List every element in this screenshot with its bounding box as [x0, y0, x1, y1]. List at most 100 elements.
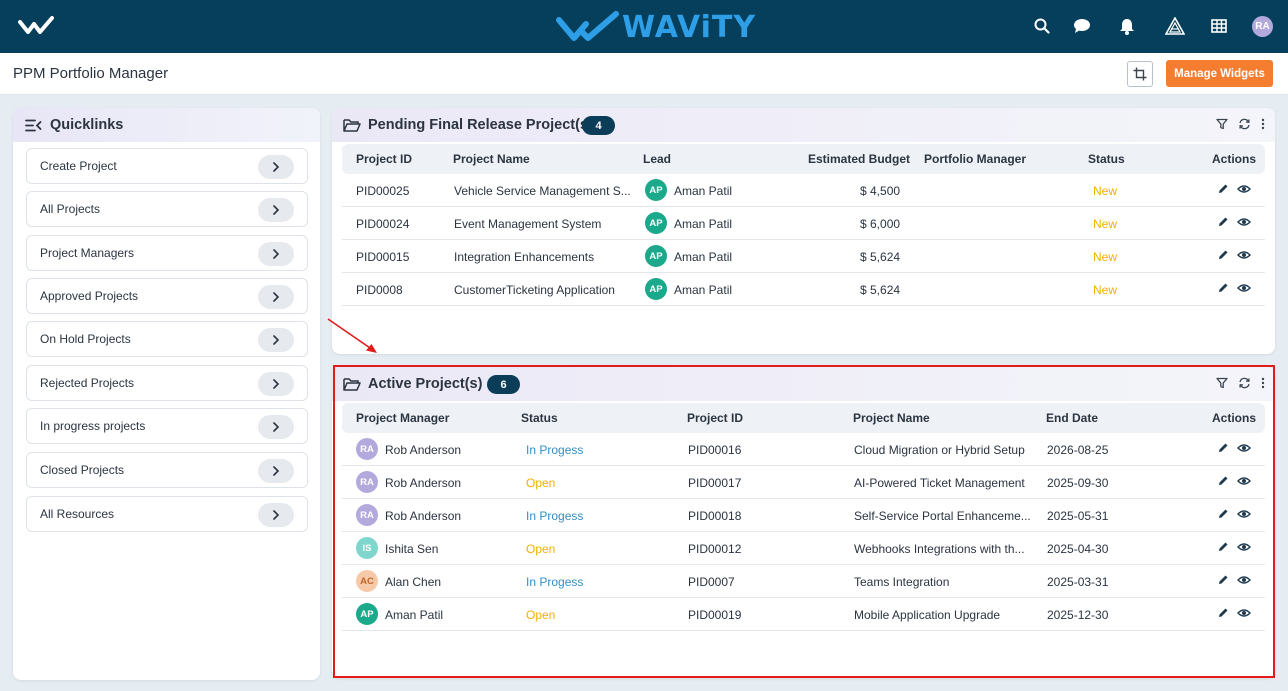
edit-pencil-icon[interactable]	[1218, 541, 1229, 552]
column-header[interactable]: End Date	[1046, 411, 1098, 425]
view-eye-icon[interactable]	[1237, 509, 1251, 519]
view-eye-icon[interactable]	[1237, 476, 1251, 486]
pending-table-header: Project ID Project Name Lead Estimated B…	[342, 144, 1265, 174]
edit-pencil-icon[interactable]	[1218, 216, 1229, 227]
column-header[interactable]: Portfolio Manager	[924, 152, 1026, 166]
folder-open-icon	[343, 119, 361, 132]
user-avatar[interactable]: RA	[1252, 16, 1273, 37]
project-id: PID00012	[688, 542, 742, 556]
refresh-icon[interactable]	[1238, 118, 1251, 130]
annotation-arrow-icon	[327, 318, 377, 353]
view-eye-icon[interactable]	[1237, 575, 1251, 585]
status-badge: In Progess	[526, 509, 584, 523]
table-row: RA Rob Anderson Open PID00017 AI-Powered…	[342, 466, 1265, 499]
chat-icon[interactable]	[1072, 16, 1092, 36]
view-eye-icon[interactable]	[1237, 217, 1251, 227]
avatar: AP	[356, 603, 378, 625]
view-eye-icon[interactable]	[1237, 542, 1251, 552]
table-row: PID00015 Integration Enhancements AP Ama…	[342, 240, 1265, 273]
project-name: Teams Integration	[854, 575, 950, 589]
chevron-right-icon[interactable]	[258, 372, 294, 396]
quicklink-label: Approved Projects	[40, 289, 139, 303]
view-eye-icon[interactable]	[1237, 250, 1251, 260]
chevron-right-icon[interactable]	[258, 155, 294, 179]
edit-pencil-icon[interactable]	[1218, 574, 1229, 585]
quicklink-rejected-projects[interactable]: Rejected Projects	[26, 365, 308, 401]
quicklink-all-projects[interactable]: All Projects	[26, 191, 308, 227]
estimated-budget: $ 5,624	[860, 283, 901, 297]
estimated-budget: $ 4,500	[860, 184, 901, 198]
active-projects-widget: Active Project(s) 6 Project Manager Stat…	[332, 367, 1275, 678]
quicklink-in-progress-projects[interactable]: In progress projects	[26, 408, 308, 444]
quicklink-project-managers[interactable]: Project Managers	[26, 235, 308, 271]
quicklink-create-project[interactable]: Create Project	[26, 148, 308, 184]
pending-count-badge: 4	[582, 116, 615, 135]
project-id: PID0008	[356, 283, 403, 297]
chevron-right-icon[interactable]	[258, 242, 294, 266]
column-header[interactable]: Project Manager	[356, 411, 449, 425]
column-header[interactable]: Status	[521, 411, 558, 425]
view-eye-icon[interactable]	[1237, 283, 1251, 293]
chevron-right-icon[interactable]	[258, 198, 294, 222]
column-header: Actions	[1212, 152, 1257, 166]
chevron-right-icon[interactable]	[258, 328, 294, 352]
edit-pencil-icon[interactable]	[1218, 508, 1229, 519]
project-id: PID00024	[356, 217, 410, 231]
quicklink-label: Project Managers	[40, 246, 135, 260]
edit-pencil-icon[interactable]	[1218, 607, 1229, 618]
quicklink-on-hold-projects[interactable]: On Hold Projects	[26, 321, 308, 357]
edit-pencil-icon[interactable]	[1218, 249, 1229, 260]
more-vertical-icon[interactable]	[1261, 377, 1265, 389]
avatar: AP	[645, 278, 667, 300]
quicklink-label: In progress projects	[40, 419, 146, 433]
edit-pencil-icon[interactable]	[1218, 475, 1229, 486]
column-header[interactable]: Lead	[643, 152, 671, 166]
manage-widgets-button[interactable]: Manage Widgets	[1166, 60, 1273, 87]
menu-collapse-icon[interactable]	[25, 119, 42, 132]
quicklink-label: All Resources	[40, 507, 115, 521]
view-eye-icon[interactable]	[1237, 608, 1251, 618]
project-name: Event Management System	[454, 217, 602, 231]
search-icon[interactable]	[1032, 16, 1052, 36]
view-eye-icon[interactable]	[1237, 443, 1251, 453]
view-eye-icon[interactable]	[1237, 184, 1251, 194]
edit-pencil-icon[interactable]	[1218, 282, 1229, 293]
end-date: 2025-05-31	[1047, 509, 1109, 523]
status-badge: New	[1093, 283, 1118, 297]
quicklink-label: Create Project	[40, 159, 117, 173]
quicklink-approved-projects[interactable]: Approved Projects	[26, 278, 308, 314]
grid-icon[interactable]	[1209, 16, 1229, 36]
column-header[interactable]: Project ID	[687, 411, 743, 425]
refresh-icon[interactable]	[1238, 377, 1251, 389]
filter-icon[interactable]	[1216, 377, 1228, 389]
edit-pencil-icon[interactable]	[1218, 183, 1229, 194]
chevron-right-icon[interactable]	[258, 285, 294, 309]
active-count-badge: 6	[487, 375, 520, 394]
chevron-right-icon[interactable]	[258, 503, 294, 527]
page-title: PPM Portfolio Manager	[13, 65, 169, 82]
quicklink-label: Closed Projects	[40, 463, 125, 477]
triangle-app-icon[interactable]	[1165, 16, 1185, 36]
edit-pencil-icon[interactable]	[1218, 442, 1229, 453]
column-header[interactable]: Project ID	[356, 152, 412, 166]
quicklink-closed-projects[interactable]: Closed Projects	[26, 452, 308, 488]
brand-logo: WAViTY	[556, 9, 756, 45]
top-navigation-bar: WAViTY RA	[0, 0, 1288, 53]
column-header[interactable]: Status	[1088, 152, 1125, 166]
folder-open-icon	[343, 378, 361, 391]
crop-layout-button[interactable]	[1127, 61, 1153, 87]
bell-icon[interactable]	[1117, 16, 1137, 36]
project-name: Self-Service Portal Enhanceme...	[854, 509, 1031, 523]
chevron-right-icon[interactable]	[258, 459, 294, 483]
column-header[interactable]: Estimated Budget	[808, 152, 910, 166]
chevron-right-icon[interactable]	[258, 415, 294, 439]
avatar: AP	[645, 212, 667, 234]
quicklink-all-resources[interactable]: All Resources	[26, 496, 308, 532]
filter-icon[interactable]	[1216, 118, 1228, 130]
column-header[interactable]: Project Name	[853, 411, 930, 425]
wavity-home-logo-icon[interactable]	[18, 14, 54, 38]
project-id: PID00019	[688, 608, 742, 622]
table-row: PID0008 CustomerTicketing Application AP…	[342, 273, 1265, 306]
more-vertical-icon[interactable]	[1261, 118, 1265, 130]
column-header[interactable]: Project Name	[453, 152, 530, 166]
